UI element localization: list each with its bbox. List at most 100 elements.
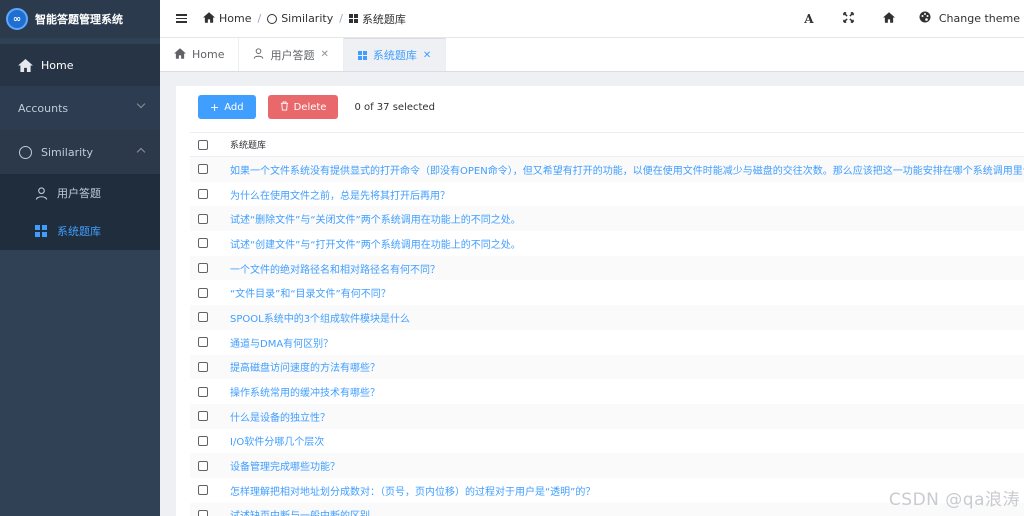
table-row[interactable]: 为什么在使用文件之前，总是先将其打开后再用？ [190,182,1024,207]
table-row[interactable]: SPOOL系统中的3个组成软件模块是什么 [190,305,1024,330]
home-icon[interactable] [869,11,909,26]
tab-home[interactable]: Home [160,38,240,71]
close-icon[interactable]: ✕ [320,49,328,60]
trash-icon [280,101,289,114]
tab-label: 系统题库 [372,49,417,62]
navbar-actions: A Change theme [789,0,1024,37]
table-row[interactable]: 试述“创建文件”与“打开文件”两个系统调用在功能上的不同之处。 [190,231,1024,256]
table-row[interactable]: 什么是设备的独立性？ [190,403,1024,429]
row-checkbox[interactable] [198,164,208,175]
sidebar-item-home[interactable]: Home [0,44,160,86]
grid-icon [357,50,367,60]
row-checkbox[interactable] [198,509,208,516]
table-row[interactable]: “文件目录”和“目录文件”有何不同？ [190,280,1024,305]
row-checkbox[interactable] [198,411,208,422]
row-checkbox[interactable] [198,435,208,446]
question-link[interactable]: 试述“删除文件”与“关闭文件”两个系统调用在功能上的不同之处。 [230,211,521,226]
table-row[interactable]: 操作系统常用的缓冲技术有哪些？ [190,379,1024,404]
breadcrumb: Home / Similarity / 系统题库 [203,11,406,27]
submenu: 用户答题 系统题库 [0,174,160,250]
sidebar-item-question-bank[interactable]: 系统题库 [0,212,160,250]
row-checkbox[interactable] [198,312,208,323]
question-table: 系统题库 如果一个文件系统没有提供显式的打开命令（即没有OPEN命令），但又希望… [190,132,1024,516]
sidebar-item-label: 系统题库 [57,225,101,238]
table-row[interactable]: 试述“删除文件”与“关闭文件”两个系统调用在功能上的不同之处。 [190,206,1024,232]
font-size-icon[interactable]: A [789,12,829,26]
palette-icon [919,11,931,26]
table-row[interactable]: 通道与DMA有何区别？ [190,330,1024,355]
home-icon [17,57,33,73]
tab-label: 用户答题 [270,48,315,62]
question-link[interactable]: 如果一个文件系统没有提供显式的打开命令（即没有OPEN命令），但又希望有打开的功… [230,162,1024,177]
watermark: CSDN @qa浪涛 [888,490,1020,510]
question-link[interactable]: 提高磁盘访问速度的方法有哪些？ [230,359,380,374]
sidebar-item-label: Home [41,58,74,72]
toolbar: + Add Delete 0 of 37 selected [176,86,1024,128]
user-icon [33,185,49,201]
question-link[interactable]: 操作系统常用的缓冲技术有哪些？ [230,384,380,399]
question-link[interactable]: SPOOL系统中的3个组成软件模块是什么 [230,310,410,325]
sidebar-item-similarity[interactable]: Similarity [0,130,160,174]
row-checkbox[interactable] [198,460,208,471]
table-row[interactable]: I/O软件分哪几个层次 [190,429,1024,454]
row-checkbox[interactable] [198,337,208,348]
row-checkbox[interactable] [198,238,208,249]
breadcrumb-similarity[interactable]: Similarity [281,12,333,25]
user-icon [253,47,264,62]
grid-icon [33,223,49,239]
sidebar: ∞ 智能答题管理系统 Home Accounts Similarity 用户答题… [0,0,160,516]
row-checkbox[interactable] [198,287,208,298]
question-link[interactable]: I/O软件分哪几个层次 [230,433,324,448]
sidebar-item-label: Similarity [41,145,94,159]
table-row[interactable]: 设备管理完成哪些功能？ [190,453,1024,478]
change-theme-button[interactable]: Change theme [909,11,1024,26]
row-checkbox[interactable] [198,386,208,397]
sidebar-item-user-answers[interactable]: 用户答题 [0,174,160,212]
hamburger-icon[interactable] [176,14,187,23]
breadcrumb-home[interactable]: Home [219,12,251,25]
question-link[interactable]: 怎样理解把相对地址划分成数对：（页号，页内位移）的过程对于用户是“透明”的？ [230,483,595,498]
delete-button[interactable]: Delete [267,95,339,119]
question-link[interactable]: “文件目录”和“目录文件”有何不同？ [230,285,391,300]
circle-icon [267,13,278,24]
tab-label: Home [192,48,225,61]
row-checkbox[interactable] [198,189,208,200]
change-theme-label: Change theme [938,12,1020,25]
table-header: 系统题库 [190,132,1024,157]
chevron-down-icon [136,99,146,109]
breadcrumb-current: 系统题库 [361,12,406,26]
row-checkbox[interactable] [198,485,208,496]
circle-icon [17,144,33,160]
home-icon [203,11,215,26]
navbar: Home / Similarity / 系统题库 A Change theme [160,0,1024,38]
selection-count: 0 of 37 selected [354,101,435,113]
grid-icon [348,14,358,23]
question-link[interactable]: 设备管理完成哪些功能？ [230,458,340,473]
question-link[interactable]: 试述“创建文件”与“打开文件”两个系统调用在功能上的不同之处。 [230,236,521,251]
question-link[interactable]: 一个文件的绝对路径名和相对路径名有何不同？ [230,261,440,276]
question-link[interactable]: 通道与DMA有何区别？ [230,335,333,350]
table-row[interactable]: 如果一个文件系统没有提供显式的打开命令（即没有OPEN命令），但又希望有打开的功… [190,157,1024,182]
sidebar-item-accounts[interactable]: Accounts [0,86,160,130]
select-all-checkbox[interactable] [198,139,208,150]
home-icon [174,47,186,62]
table-row[interactable]: 提高磁盘访问速度的方法有哪些？ [190,354,1024,380]
question-link[interactable]: 为什么在使用文件之前，总是先将其打开后再用？ [230,187,450,202]
plus-icon: + [210,100,220,114]
logo-icon: ∞ [6,8,28,30]
question-link[interactable]: 试述缺页中断与一般中断的区别 [230,507,370,516]
table-row[interactable]: 一个文件的绝对路径名和相对路径名有何不同？ [190,255,1024,281]
question-link[interactable]: 什么是设备的独立性？ [230,409,330,424]
delete-button-label: Delete [293,101,327,113]
row-checkbox[interactable] [198,361,208,372]
close-icon[interactable]: ✕ [423,50,431,61]
breadcrumb-separator: / [339,12,343,25]
tab-question-bank[interactable]: 系统题库 ✕ [343,38,447,71]
chevron-up-icon [136,147,146,157]
sidebar-item-label: Accounts [18,101,69,115]
add-button[interactable]: + Add [198,95,256,119]
fullscreen-icon[interactable] [829,11,869,26]
tab-user-answers[interactable]: 用户答题 ✕ [239,38,344,71]
row-checkbox[interactable] [198,263,208,274]
row-checkbox[interactable] [198,213,208,224]
